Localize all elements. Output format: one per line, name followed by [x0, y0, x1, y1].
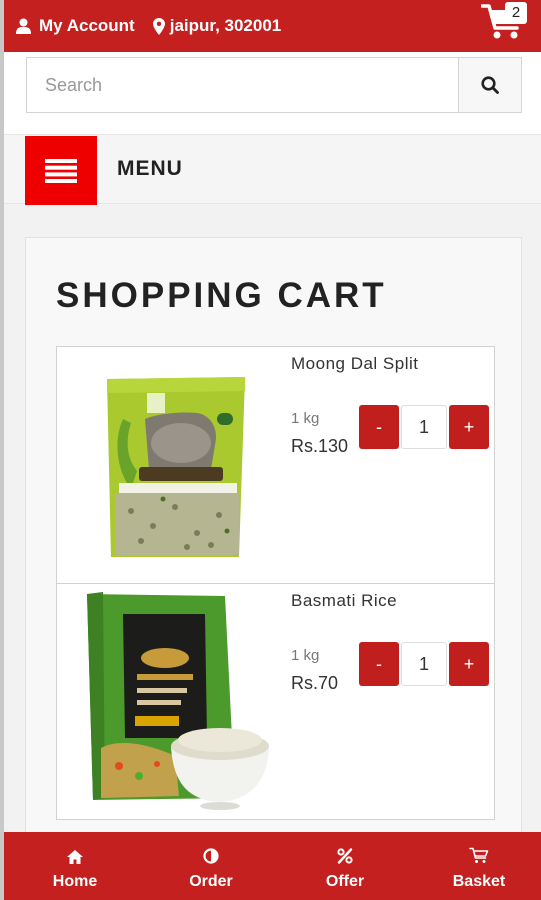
product-image-moong-dal[interactable]	[101, 371, 251, 561]
cart-item: Moong Dal Split 1 kg Rs.130 - 1 +	[57, 347, 494, 583]
half-circle-icon	[203, 848, 219, 864]
quantity-stepper: - 1 +	[359, 405, 489, 449]
search-section	[4, 52, 541, 134]
product-name[interactable]: Basmati Rice	[291, 591, 397, 611]
product-weight: 1 kg	[291, 410, 320, 427]
menu-label[interactable]: MENU	[117, 157, 183, 181]
quantity-value[interactable]: 1	[401, 405, 447, 449]
my-account-link[interactable]: My Account	[16, 16, 135, 36]
search-button[interactable]	[458, 58, 521, 112]
increase-quantity-button[interactable]: +	[449, 405, 489, 449]
nav-offer-label: Offer	[325, 873, 365, 890]
search-bar	[26, 57, 522, 113]
map-marker-icon	[152, 17, 165, 35]
location-selector[interactable]: jaipur, 302001	[152, 16, 282, 36]
nav-basket[interactable]: Basket	[444, 832, 514, 900]
search-input[interactable]	[27, 58, 458, 112]
hamburger-icon	[45, 158, 77, 183]
nav-order[interactable]: Order	[176, 832, 246, 900]
quantity-value[interactable]: 1	[401, 642, 447, 686]
user-icon	[16, 18, 31, 34]
top-bar: My Account jaipur, 302001 2	[4, 0, 541, 52]
menu-bar: MENU	[4, 134, 541, 205]
nav-home-label: Home	[52, 873, 98, 890]
percent-icon	[337, 848, 353, 864]
basket-icon	[469, 847, 489, 863]
shopping-cart-panel: SHOPPING CART Moong Dal Split 1 kg Rs.13…	[25, 237, 522, 857]
nav-offer[interactable]: Offer	[310, 832, 380, 900]
product-image-basmati-rice[interactable]	[79, 588, 275, 816]
my-account-label: My Account	[39, 16, 135, 35]
product-name[interactable]: Moong Dal Split	[291, 354, 419, 374]
home-icon	[67, 850, 83, 864]
cart-button[interactable]: 2	[481, 2, 527, 42]
cart-item: Basmati Rice 1 kg Rs.70 - 1 +	[57, 583, 494, 819]
nav-order-label: Order	[189, 873, 233, 890]
bottom-navigation: Home Order Offer Basket	[4, 832, 541, 900]
decrease-quantity-button[interactable]: -	[359, 405, 399, 449]
cart-items-list: Moong Dal Split 1 kg Rs.130 - 1 + Basmat…	[56, 346, 495, 820]
product-price: Rs.70	[291, 673, 339, 693]
menu-toggle-button[interactable]	[25, 136, 97, 205]
page-title: SHOPPING CART	[56, 276, 387, 315]
product-price: Rs.130	[291, 436, 349, 456]
decrease-quantity-button[interactable]: -	[359, 642, 399, 686]
location-label: jaipur, 302001	[169, 16, 282, 35]
product-weight: 1 kg	[291, 647, 320, 664]
nav-basket-label: Basket	[452, 873, 506, 890]
increase-quantity-button[interactable]: +	[449, 642, 489, 686]
cart-count-badge: 2	[505, 2, 527, 24]
quantity-stepper: - 1 +	[359, 642, 489, 686]
nav-home[interactable]: Home	[40, 832, 110, 900]
search-icon	[481, 76, 499, 94]
